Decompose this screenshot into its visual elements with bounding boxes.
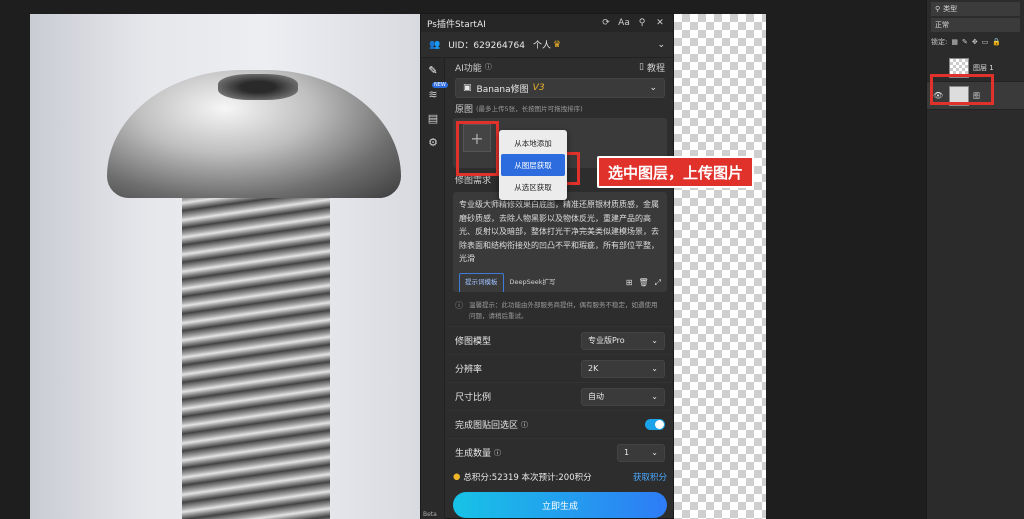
resolution-select[interactable]: 2K ⌄ (581, 359, 665, 378)
chevron-down-icon: ⌄ (651, 336, 658, 345)
option-label: 分辨率 (455, 365, 483, 375)
layers-icon[interactable]: ≋ NEW (421, 82, 448, 106)
book-icon: ▯ (639, 62, 644, 72)
model-select[interactable]: ▣ Banana修图 V3 ⌄ (455, 78, 665, 98)
plugin-sidebar: ✎ ≋ NEW ▤ ⚙ Beta (421, 58, 448, 519)
expand-icon[interactable]: ⤢ (655, 276, 661, 290)
pin-icon[interactable]: ⚲ (635, 18, 649, 28)
product-photo (30, 14, 422, 519)
option-value: 2K (588, 364, 599, 373)
lock-paint-icon[interactable]: ✎ (962, 38, 968, 46)
count-label: 生成数量 (455, 449, 492, 459)
blend-mode-select[interactable]: 正常 (931, 18, 1020, 32)
layer-name: 图层 1 (973, 63, 994, 72)
option-row-model: 修图模型 专业版Pro ⌄ (447, 326, 673, 354)
generate-button[interactable]: 立即生成 (453, 492, 667, 518)
lock-label: 锁定: (931, 38, 948, 46)
info-icon[interactable]: ⓘ (494, 448, 501, 458)
model-select-value: Banana修图 (476, 84, 529, 95)
trash-icon[interactable]: 🗑 (638, 276, 648, 290)
chevron-down-icon: ⌄ (651, 392, 658, 401)
model-quality-select[interactable]: 专业版Pro ⌄ (581, 331, 665, 350)
option-value: 专业版Pro (588, 336, 625, 345)
chevron-down-icon: ⌄ (651, 448, 658, 457)
prompt-tools: 提示词模板 DeepSeek扩写 ⊞ 🗑 ⤢ (459, 273, 661, 292)
lock-move-icon[interactable]: ✥ (972, 38, 978, 46)
history-icon[interactable]: ⊞ (626, 276, 633, 290)
startai-plugin-panel: Ps插件StartAI ⟳ Aa ⚲ ✕ 👥 UID：629264764 个人 … (420, 13, 674, 519)
original-note: (最多上传5张，长按图片可拖拽排序) (476, 105, 583, 113)
panel-titlebar: Ps插件StartAI ⟳ Aa ⚲ ✕ (421, 14, 673, 32)
font-size-icon[interactable]: Aa (617, 18, 631, 28)
beta-label: Beta (423, 511, 437, 518)
ratio-select[interactable]: 自动 ⌄ (581, 387, 665, 406)
refresh-icon[interactable]: ⟳ (599, 18, 613, 28)
lock-all-icon[interactable]: 🔒 (992, 38, 1001, 46)
original-header: 原图 (最多上传5张，长按图片可拖拽排序) (447, 100, 673, 116)
user-row[interactable]: 👥 UID：629264764 个人 ♛ ⌄ (421, 32, 673, 58)
tutorial-link[interactable]: 教程 (647, 61, 665, 74)
menu-item-from-selection[interactable]: 从选区获取 (499, 176, 567, 198)
ai-function-label: AI功能 (455, 63, 482, 74)
chevron-down-icon: ⌄ (649, 83, 657, 93)
deepseek-button[interactable]: DeepSeek扩写 (510, 276, 556, 290)
upload-menu: 从本地添加 从图层获取 从选区获取 (499, 130, 567, 200)
notice: ⓘ 温馨提示：此功能由外部服务商提供，偶有服务不稳定，如遇使用问题，请稍后重试。 (447, 296, 673, 326)
prompt-textarea[interactable]: 专业级大师精修效果白底图，精准还原银材质质感，金属磨砂质感，去除人物黑影以及物体… (453, 192, 667, 292)
highlight-add-button (456, 121, 499, 176)
close-icon[interactable]: ✕ (653, 18, 667, 28)
image-icon: ▣ (463, 83, 472, 93)
option-row-resolution: 分辨率 2K ⌄ (447, 354, 673, 382)
highlight-layer (930, 74, 994, 105)
option-row-paste-back: 完成图贴回选区 ⓘ (447, 410, 673, 438)
document-icon[interactable]: ▤ (421, 106, 445, 130)
edit-icon[interactable]: ✎ (421, 58, 445, 82)
layer-filter[interactable]: ⚲ 类型 (931, 2, 1020, 16)
settings-icon[interactable]: ⚙ (421, 130, 445, 154)
option-value: 自动 (588, 392, 604, 401)
prompt-text: 专业级大师精修效果白底图，精准还原银材质质感，金属磨砂质感，去除人物黑影以及物体… (459, 200, 659, 263)
search-icon: ⚲ (935, 5, 941, 13)
points-text: 总积分:52319 本次预计:200积分 (463, 473, 592, 483)
info-icon: ⓘ (455, 301, 463, 310)
info-icon[interactable]: ⓘ (485, 62, 492, 72)
panel-title: Ps插件StartAI (427, 19, 486, 30)
original-label: 原图 (455, 104, 474, 115)
uid-label: UID：629264764 (448, 41, 525, 51)
chevron-down-icon: ⌄ (651, 364, 658, 373)
menu-item-local[interactable]: 从本地添加 (499, 132, 567, 154)
chevron-down-icon[interactable]: ⌄ (657, 40, 665, 50)
bolt-shaft (182, 194, 330, 519)
paste-back-label: 完成图贴回选区 (455, 421, 519, 431)
lock-artboard-icon[interactable]: ▭ (982, 38, 989, 46)
get-points-link[interactable]: 获取积分 (633, 471, 667, 483)
new-badge: NEW (432, 82, 448, 88)
option-row-count: 生成数量 ⓘ 1 ⌄ (447, 438, 673, 466)
option-label: 尺寸比例 (455, 393, 492, 403)
layer-filter-label: 类型 (943, 5, 958, 13)
option-label: 修图模型 (455, 337, 492, 347)
model-version: V3 (532, 83, 545, 93)
instruction-callout: 选中图层，上传图片 (597, 156, 755, 188)
user-group-icon: 👥 (429, 39, 441, 50)
count-value: 1 (624, 448, 630, 457)
notice-text: 温馨提示：此功能由外部服务商提供，偶有服务不稳定，如遇使用问题，请稍后重试。 (469, 301, 658, 320)
plan-tag: 个人 (532, 41, 551, 51)
count-select[interactable]: 1 ⌄ (617, 443, 665, 462)
transparent-canvas (674, 14, 766, 519)
bolt-slot (218, 74, 298, 100)
template-button[interactable]: 提示词模板 (459, 273, 504, 292)
paste-back-toggle[interactable] (645, 419, 665, 430)
info-icon[interactable]: ⓘ (521, 420, 528, 430)
option-row-ratio: 尺寸比例 自动 ⌄ (447, 382, 673, 410)
lock-transparency-icon[interactable]: ▦ (951, 38, 958, 46)
coin-icon: ● (453, 472, 461, 482)
ai-function-header: AI功能 ⓘ ▯ 教程 (447, 58, 673, 76)
menu-item-from-layer[interactable]: 从图层获取 (501, 154, 565, 176)
crown-icon: ♛ (552, 39, 562, 50)
lock-row: 锁定: ▦ ✎ ✥ ▭ 🔒 (927, 34, 1024, 50)
points-row: ● 总积分:52319 本次预计:200积分 获取积分 (447, 466, 673, 488)
blend-mode-value: 正常 (935, 21, 949, 29)
